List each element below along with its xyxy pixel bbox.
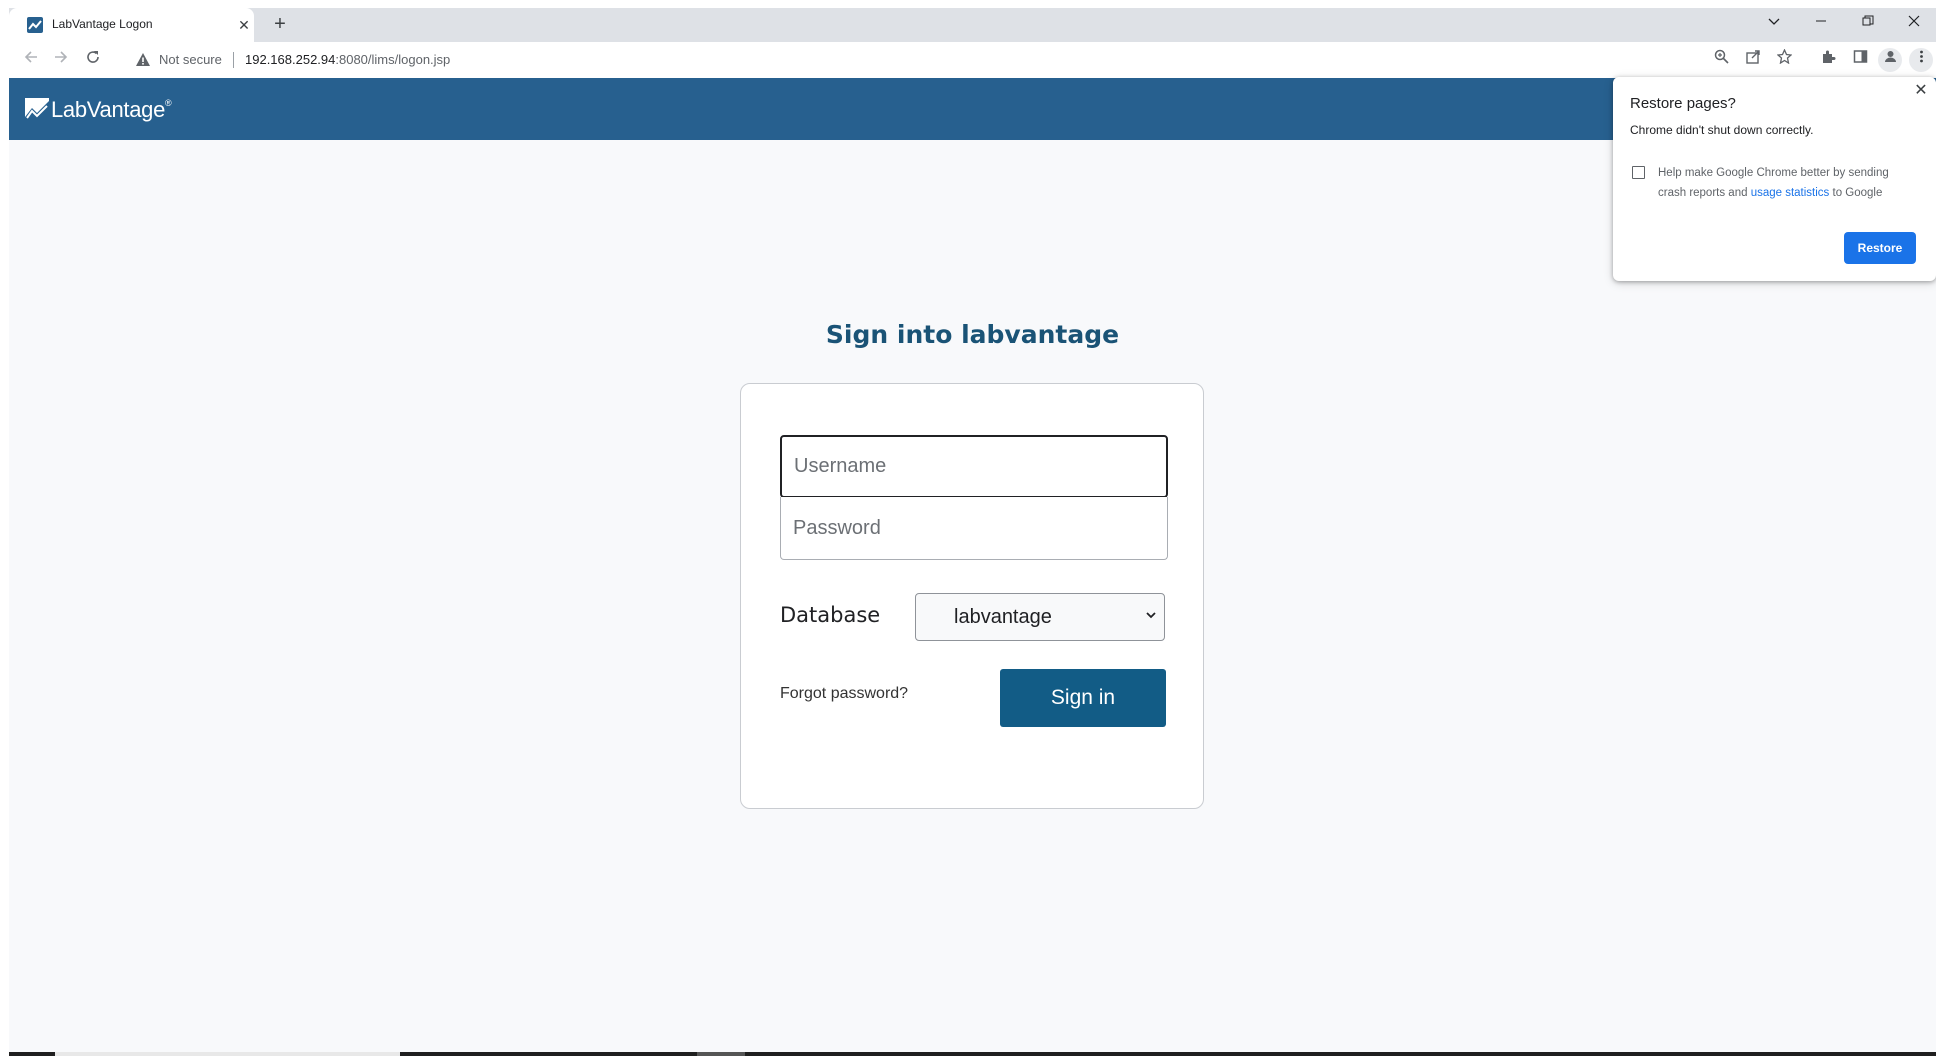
restore-title: Restore pages? xyxy=(1630,95,1736,112)
back-arrow-icon xyxy=(24,51,37,63)
zoom-icon xyxy=(1714,49,1729,64)
crash-report-label: Help make Google Chrome better by sendin… xyxy=(1658,163,1920,203)
database-select[interactable]: labvantage xyxy=(915,593,1165,641)
password-input[interactable] xyxy=(780,497,1168,560)
star-icon xyxy=(1775,48,1793,65)
puzzle-icon xyxy=(1822,50,1835,63)
share-icon xyxy=(1745,50,1760,64)
database-select-value: labvantage xyxy=(954,606,1052,628)
restore-window-button[interactable] xyxy=(1853,10,1883,34)
reload-button[interactable] xyxy=(81,48,105,72)
login-card: Database labvantage Forgot password? Sig… xyxy=(740,383,1204,809)
browser-toolbar: Not secure 192.168.252.94:8080/lims/logo… xyxy=(9,42,1936,78)
minimize-icon xyxy=(1816,20,1826,22)
profile-icon xyxy=(1884,51,1896,62)
address-bar[interactable]: Not secure 192.168.252.94:8080/lims/logo… xyxy=(127,46,1687,74)
browser-tab[interactable]: LabVantage Logon ✕ xyxy=(9,8,254,42)
restore-button[interactable]: Restore xyxy=(1844,232,1916,264)
bookmark-button[interactable] xyxy=(1772,48,1796,72)
labvantage-logo[interactable]: LabVantage ® xyxy=(25,96,172,124)
side-panel-icon xyxy=(1853,50,1867,63)
forward-arrow-icon xyxy=(55,51,68,63)
back-button[interactable] xyxy=(19,48,43,72)
url-text[interactable]: 192.168.252.94:8080/lims/logon.jsp xyxy=(245,52,450,67)
close-icon[interactable]: ✕ xyxy=(1911,81,1931,101)
security-label[interactable]: Not secure xyxy=(159,52,222,67)
forward-button[interactable] xyxy=(49,48,73,72)
sign-in-button[interactable]: Sign in xyxy=(1000,669,1166,727)
taskbar-item[interactable] xyxy=(55,1052,400,1056)
warning-icon xyxy=(136,53,150,66)
tab-close-icon[interactable]: ✕ xyxy=(235,16,253,34)
new-tab-button[interactable]: + xyxy=(268,13,292,37)
page-title: Sign into labvantage xyxy=(825,320,1120,349)
chevron-down-icon xyxy=(1768,18,1780,25)
tab-strip xyxy=(9,8,1936,42)
crash-report-checkbox[interactable] xyxy=(1632,166,1645,179)
logo-registered-mark: ® xyxy=(165,98,172,108)
window-frame xyxy=(0,0,9,1056)
more-vertical-icon xyxy=(1919,50,1923,63)
help-text-end: to Google xyxy=(1829,187,1883,199)
tab-title: LabVantage Logon xyxy=(52,17,153,31)
url-path: :8080/lims/logon.jsp xyxy=(335,52,451,67)
labvantage-favicon-icon xyxy=(27,17,43,33)
tab-search-button[interactable] xyxy=(1759,10,1789,34)
usage-statistics-link[interactable]: usage statistics xyxy=(1751,187,1830,199)
share-button[interactable] xyxy=(1741,48,1765,72)
minimize-button[interactable] xyxy=(1806,10,1836,34)
reload-icon xyxy=(87,51,99,63)
restore-window-icon xyxy=(1862,15,1874,26)
side-panel-button[interactable] xyxy=(1848,48,1872,72)
browser-window: LabVantage Logon ✕ + Not secure 192.168.… xyxy=(0,0,1936,1056)
restore-message: Chrome didn't shut down correctly. xyxy=(1630,123,1814,137)
close-icon xyxy=(1908,15,1920,27)
taskbar-item[interactable] xyxy=(697,1052,745,1056)
omnibox-divider xyxy=(233,52,234,68)
logo-text: LabVantage xyxy=(51,97,166,122)
zoom-button[interactable] xyxy=(1709,48,1733,72)
username-input[interactable] xyxy=(780,435,1168,498)
extensions-button[interactable] xyxy=(1816,48,1840,72)
chrome-menu-button[interactable] xyxy=(1909,48,1933,72)
close-window-button[interactable] xyxy=(1899,10,1929,34)
url-host: 192.168.252.94 xyxy=(245,52,336,67)
restore-pages-dialog: Restore pages? ✕ Chrome didn't shut down… xyxy=(1613,77,1936,281)
chevron-down-icon xyxy=(1146,612,1156,619)
profile-button[interactable] xyxy=(1878,48,1902,72)
labvantage-logo-icon xyxy=(25,98,49,122)
forgot-password-link[interactable]: Forgot password? xyxy=(780,685,908,703)
database-label: Database xyxy=(780,603,881,627)
